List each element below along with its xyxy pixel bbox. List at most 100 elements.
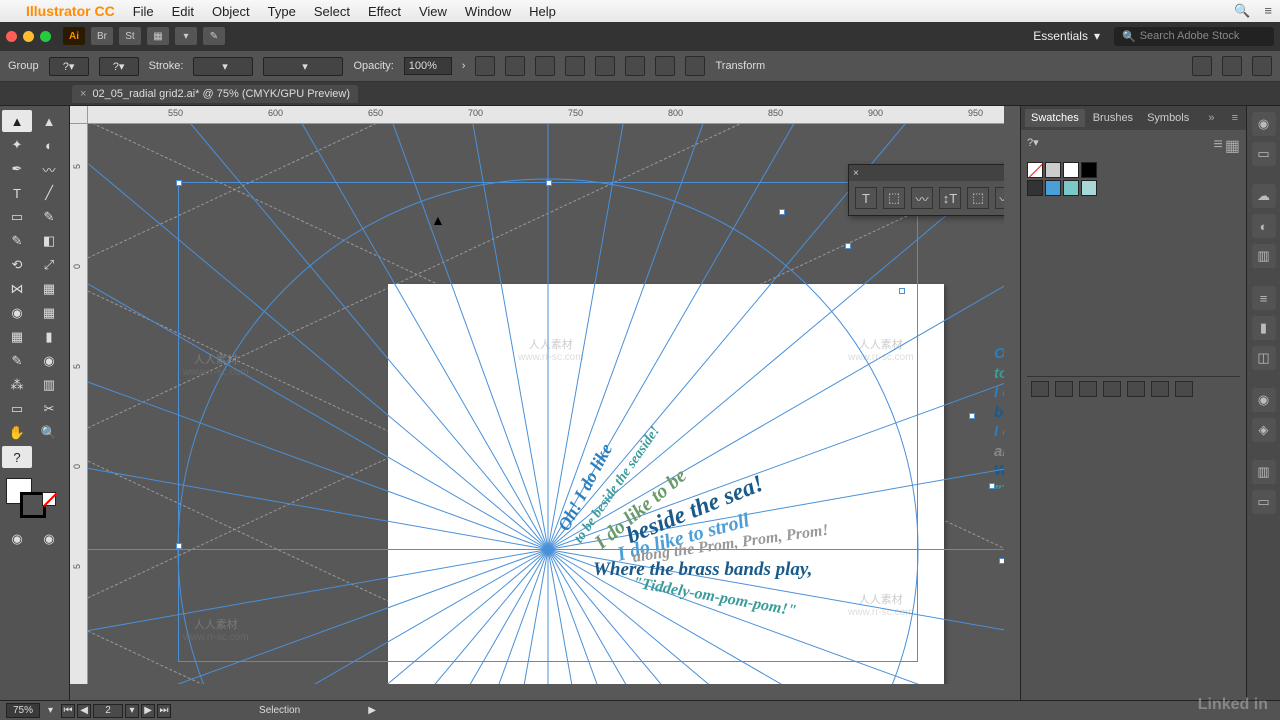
- menu-effect[interactable]: Effect: [368, 4, 401, 19]
- fill-stroke-control[interactable]: [6, 478, 50, 522]
- help-tool[interactable]: ?: [2, 446, 32, 468]
- mesh-tool[interactable]: ▦: [2, 326, 32, 348]
- transparency-icon[interactable]: ◫: [1252, 346, 1276, 370]
- width-tool[interactable]: ⋈: [2, 278, 32, 300]
- align-top-icon[interactable]: [625, 56, 645, 76]
- menu-window[interactable]: Window: [465, 4, 511, 19]
- status-more-icon[interactable]: ▶: [368, 705, 376, 716]
- swatch-teal[interactable]: [1063, 180, 1079, 196]
- free-transform-tool[interactable]: ▦: [34, 278, 64, 300]
- color-guide-icon[interactable]: ▥: [1252, 244, 1276, 268]
- selection-tool[interactable]: ▲: [2, 110, 32, 132]
- direct-selection-tool[interactable]: ▲: [34, 110, 64, 132]
- artboard-number[interactable]: 2: [93, 704, 123, 718]
- next-artboard-icon[interactable]: ▶: [141, 704, 155, 718]
- swatch-options-icon[interactable]: [1079, 381, 1097, 397]
- symbol-sprayer-tool[interactable]: ⁂: [2, 374, 32, 396]
- swatch-black[interactable]: [1081, 162, 1097, 178]
- scale-tool[interactable]: ⤢: [34, 254, 64, 276]
- swatch-blue[interactable]: [1045, 180, 1061, 196]
- swatch-delete-icon[interactable]: [1175, 381, 1193, 397]
- type-char-icon[interactable]: T: [855, 187, 877, 209]
- gradient-tool[interactable]: ▮: [34, 326, 64, 348]
- curvature-tool[interactable]: 〰: [34, 158, 64, 180]
- opacity-more[interactable]: ›: [462, 60, 466, 72]
- swatch-registration[interactable]: [1045, 162, 1061, 178]
- menu-edit[interactable]: Edit: [172, 4, 194, 19]
- graph-tool[interactable]: ▥: [34, 374, 64, 396]
- swatch-group-icon[interactable]: [1103, 381, 1121, 397]
- properties-icon[interactable]: ◉: [1252, 112, 1276, 136]
- tab-swatches[interactable]: Swatches: [1025, 109, 1085, 127]
- artboard-tool[interactable]: ▭: [2, 398, 32, 420]
- stroke-weight[interactable]: ▾: [193, 57, 253, 76]
- bridge-icon[interactable]: Br: [91, 27, 113, 45]
- menu-help[interactable]: Help: [529, 4, 556, 19]
- pen-tool[interactable]: ✒: [2, 158, 32, 180]
- tab-brushes[interactable]: Brushes: [1087, 109, 1139, 127]
- align-right-icon[interactable]: [595, 56, 615, 76]
- align-dropdown[interactable]: [505, 56, 525, 76]
- paintbrush-tool[interactable]: ✎: [34, 206, 64, 228]
- canvas[interactable]: 人人素材www.rr-sc.com 人人素材www.rr-sc.com 人人素材…: [88, 124, 1004, 684]
- rectangle-tool[interactable]: ▭: [2, 206, 32, 228]
- lasso-tool[interactable]: ◐: [34, 134, 64, 156]
- first-artboard-icon[interactable]: ⏮: [61, 704, 75, 718]
- graphic-styles-icon[interactable]: ◈: [1252, 418, 1276, 442]
- slice-tool[interactable]: ✂: [34, 398, 64, 420]
- window-controls[interactable]: [6, 31, 51, 42]
- hand-tool[interactable]: ✋: [2, 422, 32, 444]
- opacity-value[interactable]: 100%: [404, 57, 452, 75]
- blend-tool[interactable]: ◉: [34, 350, 64, 372]
- artboard-nav[interactable]: ⏮ ◀ 2 ▾ ▶ ⏭: [61, 704, 171, 718]
- menu-object[interactable]: Object: [212, 4, 250, 19]
- type-tool[interactable]: T: [2, 182, 32, 204]
- type-touch-icon[interactable]: ⬚: [967, 187, 989, 209]
- canvas-area[interactable]: 55060065070075080085090095010001050 5050…: [70, 106, 1020, 700]
- none-swatch[interactable]: [42, 492, 56, 506]
- isolate-icon[interactable]: [1192, 56, 1212, 76]
- tab-symbols[interactable]: Symbols: [1141, 109, 1195, 127]
- swatch-none[interactable]: [1027, 162, 1043, 178]
- grid-view-icon[interactable]: ▦: [1225, 136, 1240, 156]
- gpu-icon[interactable]: ▾: [175, 27, 197, 45]
- workspace-switcher[interactable]: Essentials▾: [1025, 25, 1108, 47]
- menu-select[interactable]: Select: [314, 4, 350, 19]
- stroke-dropdown[interactable]: ?▾: [99, 57, 139, 76]
- draw-behind[interactable]: ◉: [34, 528, 64, 550]
- stock-icon[interactable]: St: [119, 27, 141, 45]
- line-tool[interactable]: ╱: [34, 182, 64, 204]
- recolor-icon[interactable]: [475, 56, 495, 76]
- align-middle-icon[interactable]: [655, 56, 675, 76]
- type-path-icon[interactable]: 〰: [911, 187, 933, 209]
- shape-builder-tool[interactable]: ◉: [2, 302, 32, 324]
- horizontal-ruler[interactable]: 55060065070075080085090095010001050: [88, 106, 1004, 124]
- transform-link[interactable]: Transform: [715, 60, 765, 72]
- swatch-lightteal[interactable]: [1081, 180, 1097, 196]
- selection-bounding-box[interactable]: [178, 182, 918, 662]
- artboards-icon[interactable]: ▭: [1252, 490, 1276, 514]
- close-tab-icon[interactable]: ×: [80, 88, 86, 100]
- rotate-tool[interactable]: ⟲: [2, 254, 32, 276]
- swatch-library-icon[interactable]: [1031, 381, 1049, 397]
- fill-dropdown[interactable]: ?▾: [49, 57, 89, 76]
- swatches-panel[interactable]: ?▾ ≡▦: [1021, 130, 1246, 700]
- last-artboard-icon[interactable]: ⏭: [157, 704, 171, 718]
- layers-icon[interactable]: ▭: [1252, 142, 1276, 166]
- eyedropper-tool[interactable]: ✎: [2, 350, 32, 372]
- draw-normal[interactable]: ◉: [2, 528, 32, 550]
- variable-width[interactable]: ▾: [263, 57, 343, 76]
- swatch-darkgrey[interactable]: [1027, 180, 1043, 196]
- libraries-icon[interactable]: ☁: [1252, 184, 1276, 208]
- feedback-icon[interactable]: ✎: [203, 27, 225, 45]
- appearance-icon[interactable]: ◉: [1252, 388, 1276, 412]
- align-left-icon[interactable]: [535, 56, 555, 76]
- swatch-white[interactable]: [1063, 162, 1079, 178]
- perspective-tool[interactable]: ▦: [34, 302, 64, 324]
- menu-extras-icon[interactable]: ≡: [1264, 3, 1272, 19]
- color-icon[interactable]: ◐: [1252, 214, 1276, 238]
- zoom-tool[interactable]: 🔍: [34, 422, 64, 444]
- stroke-icon[interactable]: ≡: [1252, 286, 1276, 310]
- layers-panel-icon[interactable]: ▥: [1252, 460, 1276, 484]
- panel-expand-icon[interactable]: »: [1204, 112, 1218, 124]
